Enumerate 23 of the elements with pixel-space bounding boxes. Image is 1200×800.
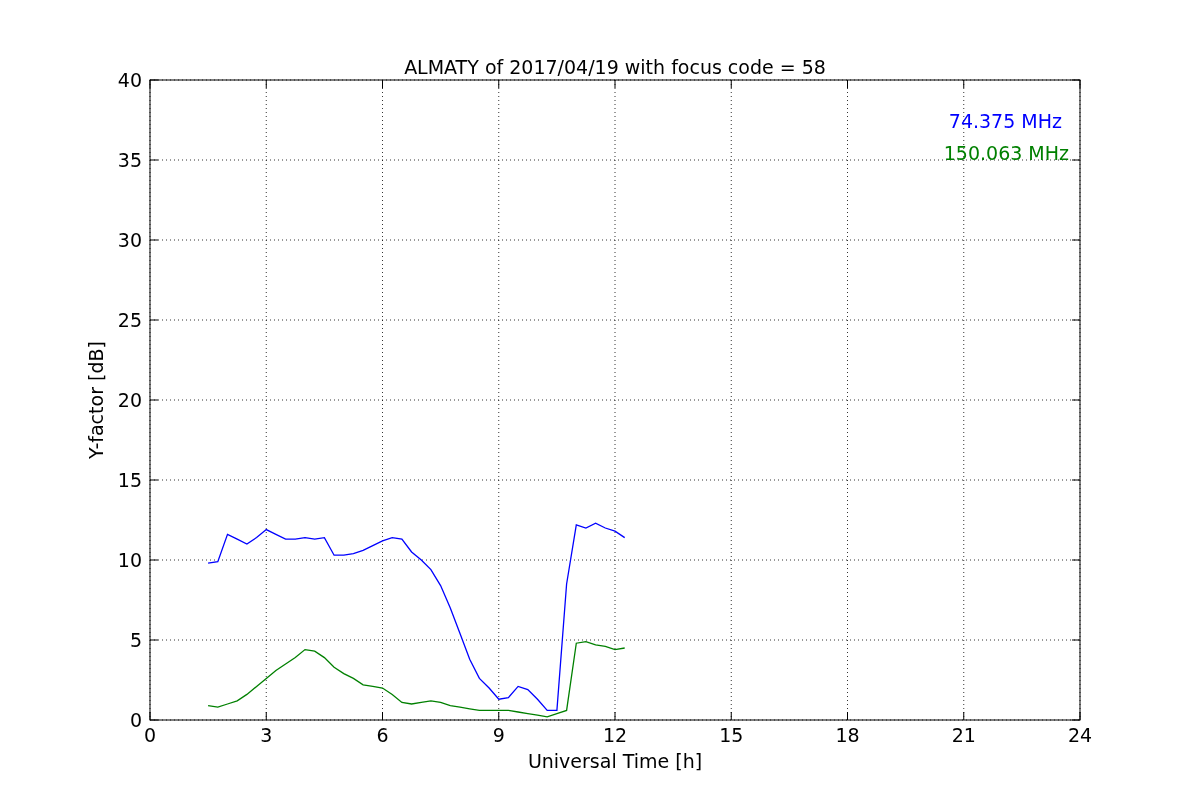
x-tick-label: 12 xyxy=(602,724,628,746)
y-tick-label: 25 xyxy=(117,309,142,331)
y-axis-label: Y-factor [dB] xyxy=(85,341,107,459)
chart-title: ALMATY of 2017/04/19 with focus code = 58 xyxy=(404,56,826,78)
y-tick-label: 0 xyxy=(129,709,142,731)
x-tick-label: 18 xyxy=(835,724,860,746)
x-tick-label: 21 xyxy=(951,724,976,746)
y-tick-label: 15 xyxy=(117,469,142,491)
x-tick-label: 9 xyxy=(492,724,505,746)
x-axis-label: Universal Time [h] xyxy=(527,750,703,772)
x-tick-label: 0 xyxy=(143,724,157,746)
y-tick-label: 20 xyxy=(117,389,142,411)
legend-label: 150.063 MHz xyxy=(943,142,1069,164)
x-tick-label: 24 xyxy=(1067,724,1093,746)
x-tick-label: 15 xyxy=(719,724,744,746)
y-tick-label: 40 xyxy=(117,69,142,91)
y-tick-label: 30 xyxy=(117,229,142,251)
x-tick-label: 3 xyxy=(260,724,273,746)
x-tick-label: 6 xyxy=(376,724,389,746)
y-tick-label: 5 xyxy=(129,629,142,651)
legend-label: 74.375 MHz xyxy=(948,110,1062,132)
y-tick-label: 35 xyxy=(117,149,142,171)
y-tick-label: 10 xyxy=(117,549,142,571)
